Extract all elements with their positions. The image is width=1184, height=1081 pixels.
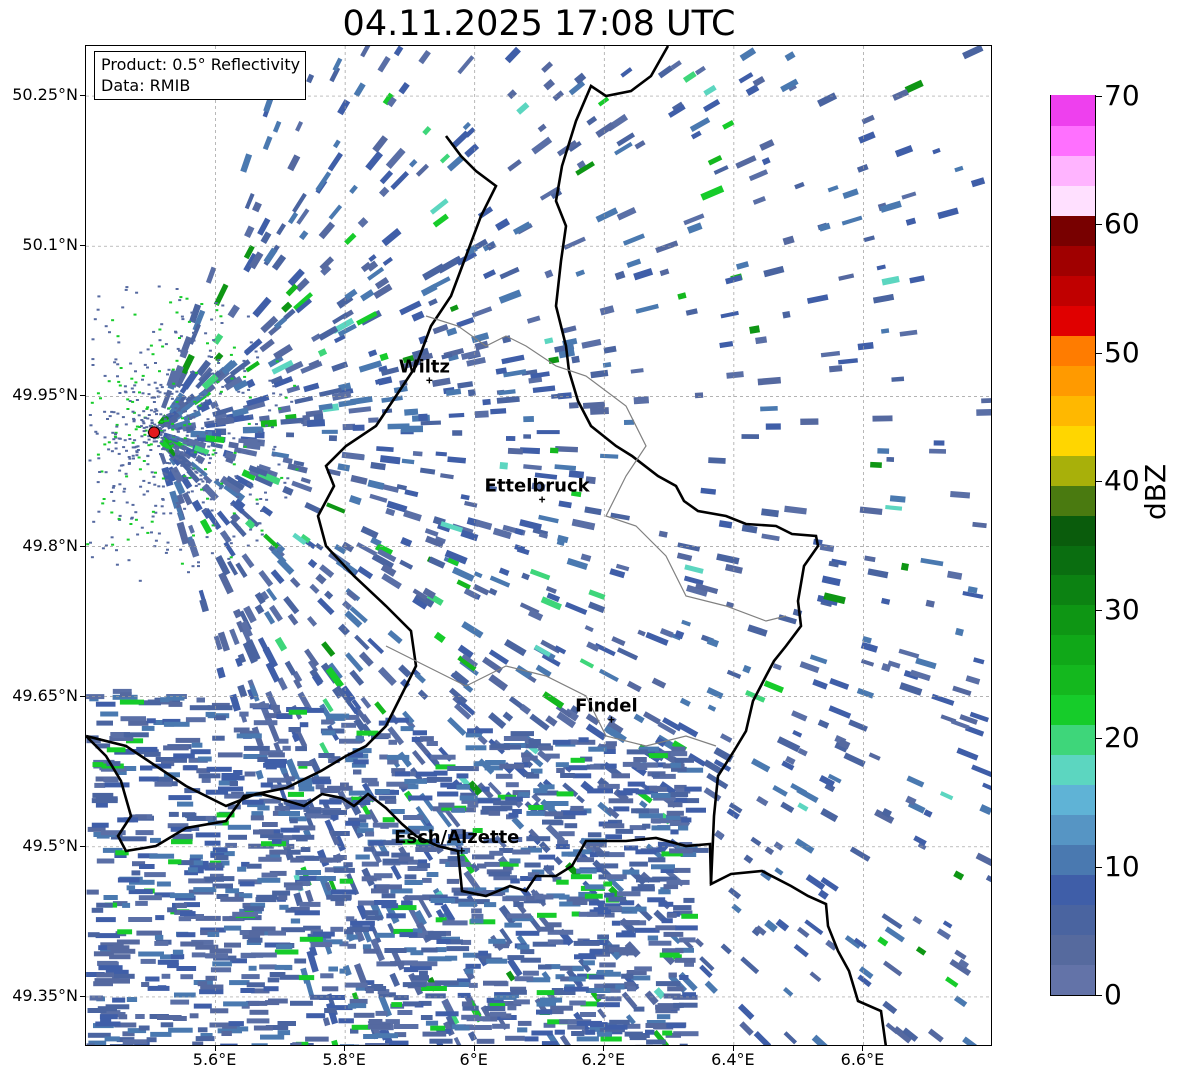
- colorbar-segment: [1051, 514, 1095, 546]
- colorbar-segment: [1051, 305, 1095, 336]
- colorbar-segment: [1051, 754, 1095, 786]
- colorbar-segment: [1051, 185, 1095, 216]
- colorbar-segment: [1051, 395, 1095, 426]
- colorbar-segment: [1051, 604, 1095, 636]
- lat-tick-label: 49.35°N: [12, 985, 78, 1005]
- colorbar-segment: [1051, 844, 1095, 876]
- lon-tick-label: 5.6°E: [192, 1050, 237, 1069]
- colorbar-tick-label: 50: [1104, 335, 1140, 369]
- colorbar-segment: [1051, 964, 1095, 995]
- lon-tick-label: 6.6°E: [840, 1050, 885, 1069]
- lon-tick-mark: [603, 1046, 605, 1051]
- lat-tick-label: 49.8°N: [22, 535, 78, 555]
- colorbar-segment: [1051, 934, 1095, 966]
- colorbar-tick-mark: [1096, 738, 1102, 740]
- lon-tick-mark: [344, 1046, 346, 1051]
- colorbar-segment: [1051, 484, 1095, 516]
- radar-site-marker: [148, 426, 161, 439]
- product-label: Product: 0.5° Reflectivity: [101, 55, 301, 74]
- colorbar-segment: [1051, 874, 1095, 906]
- colorbar-segment: [1051, 634, 1095, 666]
- lon-tick-label: 6°E: [459, 1050, 488, 1069]
- lat-tick-mark: [80, 545, 85, 547]
- lon-tick-mark: [732, 1046, 734, 1051]
- colorbar-unit-label: dBZ: [1139, 463, 1172, 520]
- colorbar-tick-label: 30: [1104, 592, 1140, 626]
- colorbar-tick-label: 70: [1104, 79, 1140, 112]
- lon-tick-label: 6.2°E: [581, 1050, 626, 1069]
- colorbar-segment: [1051, 694, 1095, 726]
- colorbar-segment: [1051, 125, 1095, 156]
- colorbar-tick-mark: [1096, 995, 1102, 996]
- colorbar-segment: [1051, 544, 1095, 576]
- city-label: Ettelbruck: [485, 475, 591, 496]
- colorbar-tick-mark: [1096, 609, 1102, 611]
- colorbar-segment: [1051, 155, 1095, 186]
- city-marker: [539, 496, 546, 503]
- lat-tick-label: 49.65°N: [12, 685, 78, 705]
- city-label: Wiltz: [399, 356, 450, 377]
- colorbar-tick-label: 60: [1104, 207, 1140, 241]
- product-info-box: Product: 0.5° Reflectivity Data: RMIB: [94, 51, 307, 100]
- colorbar-segment: [1051, 245, 1095, 276]
- colorbar-segment: [1051, 784, 1095, 816]
- lat-tick-label: 49.5°N: [22, 835, 78, 855]
- colorbar-segment: [1051, 904, 1095, 936]
- map-title: 04.11.2025 17:08 UTC: [342, 4, 736, 44]
- colorbar-segment: [1051, 335, 1095, 366]
- colorbar-segment: [1051, 574, 1095, 606]
- reflectivity-echoes: [86, 46, 991, 1045]
- colorbar-tick-label: 0: [1104, 978, 1122, 1011]
- lat-tick-label: 50.1°N: [22, 235, 78, 255]
- lon-tick-mark: [473, 1046, 475, 1051]
- colorbar-tick-mark: [1096, 96, 1102, 97]
- lon-tick-label: 6.4°E: [711, 1050, 755, 1069]
- colorbar-segment: [1051, 425, 1095, 456]
- colorbar-tick-mark: [1096, 352, 1102, 354]
- colorbar-segment: [1051, 724, 1095, 756]
- lat-tick-mark: [80, 245, 85, 247]
- radar-map[interactable]: Wiltz Ettelbruck Findel Esch/Alzette: [85, 45, 992, 1046]
- city-marker: [426, 377, 433, 384]
- lon-tick-mark: [214, 1046, 216, 1051]
- lat-tick-mark: [80, 845, 85, 847]
- radar-map-canvas: Wiltz Ettelbruck Findel Esch/Alzette: [86, 46, 991, 1045]
- colorbar-tick-mark: [1096, 481, 1102, 483]
- lon-tick-mark: [862, 1046, 864, 1051]
- lat-tick-mark: [80, 395, 85, 397]
- colorbar-segment: [1051, 365, 1095, 396]
- colorbar-segment: [1051, 664, 1095, 696]
- lat-tick-label: 50.25°N: [12, 85, 78, 105]
- city-label: Esch/Alzette: [394, 827, 519, 848]
- colorbar-tick-label: 10: [1104, 849, 1140, 883]
- colorbar-segment: [1051, 455, 1095, 486]
- colorbar-segment: [1051, 814, 1095, 846]
- lat-tick-mark: [80, 95, 85, 97]
- colorbar-tick-label: 20: [1104, 721, 1140, 755]
- colorbar-tick-mark: [1096, 224, 1102, 226]
- colorbar-tick-label: 40: [1104, 464, 1140, 498]
- data-source-label: Data: RMIB: [101, 76, 191, 95]
- colorbar-segment: [1051, 95, 1095, 126]
- dbz-colorbar: [1050, 95, 1096, 996]
- colorbar-segment: [1051, 215, 1095, 246]
- city-label: Findel: [575, 696, 638, 717]
- lon-tick-label: 5.8°E: [322, 1050, 366, 1069]
- country-borders: [86, 46, 888, 1045]
- lat-tick-mark: [80, 995, 85, 997]
- colorbar-segment: [1051, 275, 1095, 306]
- lat-tick-mark: [80, 695, 85, 697]
- colorbar-tick-mark: [1096, 866, 1102, 868]
- lat-tick-label: 49.95°N: [12, 385, 78, 405]
